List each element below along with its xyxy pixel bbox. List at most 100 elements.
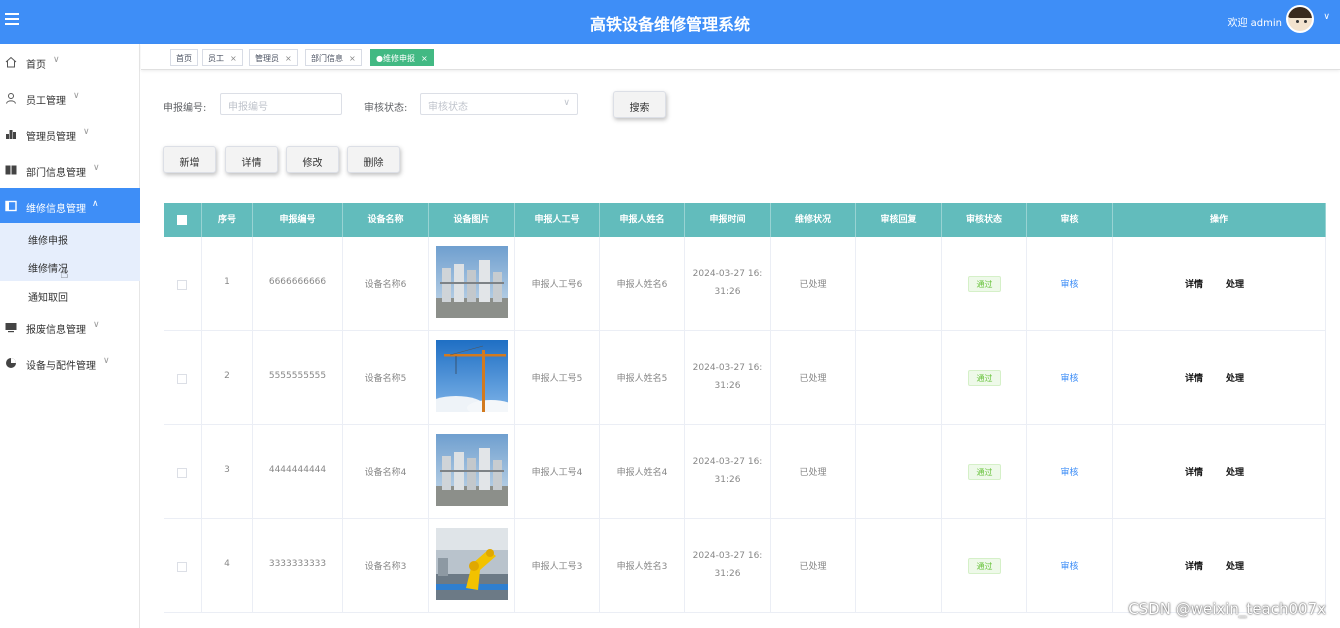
status-select[interactable]: 审核状态 ∨: [420, 93, 578, 115]
equipment-image-cell: [429, 237, 515, 331]
sidebar-item-label: 设备与配件管理: [26, 361, 96, 372]
select-all-checkbox[interactable]: [177, 215, 187, 225]
employee-name-value: 申报人姓名5: [616, 374, 668, 384]
column-header: 申报人姓名: [600, 203, 685, 237]
sidebar-item-equipment[interactable]: 设备与配件管理 ∨: [0, 345, 140, 381]
tab-employee[interactable]: 员工 ×: [202, 49, 243, 66]
employee-number-cell: 申报人工号5: [515, 331, 600, 425]
sidebar-item-repair[interactable]: 维修信息管理 ∧: [0, 188, 140, 224]
tab-strip: 首页 员工 × 管理员 × 部门信息 × ●维修申报 ×: [141, 44, 1340, 70]
index-cell: 4: [202, 519, 253, 613]
edit-button[interactable]: 修改: [286, 146, 339, 173]
sidebar-item-home[interactable]: 首页 ∨: [0, 44, 140, 80]
tab-admin[interactable]: 管理员 ×: [249, 49, 298, 66]
chevron-down-icon: ∨: [103, 356, 110, 366]
audit-link[interactable]: 审核: [1027, 277, 1112, 290]
equipment-image-industrial-plant[interactable]: [436, 434, 508, 506]
row-detail-button[interactable]: 详情: [1185, 277, 1203, 290]
tab-department[interactable]: 部门信息 ×: [305, 49, 362, 66]
equipment-image-tower-crane[interactable]: [436, 340, 508, 412]
header-select-cell: [164, 203, 202, 237]
audit-link[interactable]: 审核: [1027, 559, 1112, 572]
row-handle-button[interactable]: 处理: [1226, 559, 1244, 572]
avatar[interactable]: [1286, 5, 1314, 33]
repair-status-cell: 已处理: [771, 237, 856, 331]
row-handle-button[interactable]: 处理: [1226, 277, 1244, 290]
sidebar-item-employee[interactable]: 员工管理 ∨: [0, 80, 140, 116]
sidebar-item-scrap[interactable]: 报废信息管理 ∨: [0, 309, 140, 345]
employee-number-value: 申报人工号5: [531, 374, 583, 384]
code-value: 6666666666: [268, 277, 327, 287]
code-cell: 5555555555: [253, 331, 343, 425]
audit-link[interactable]: 审核: [1027, 371, 1112, 384]
table-row: 4 3333333333 设备名称3 申报人工号3 申报人姓名3 2024-03…: [164, 519, 1326, 613]
chevron-down-icon: ∨: [563, 98, 570, 108]
table-row: 1 6666666666 设备名称6 申报人工号6 申报人姓名6 2024-03…: [164, 237, 1326, 331]
repair-status-value: 已处理: [799, 374, 827, 384]
row-detail-button[interactable]: 详情: [1185, 559, 1203, 572]
search-button[interactable]: 搜索: [613, 91, 666, 118]
equipment-name-cell: 设备名称4: [343, 425, 429, 519]
detail-button[interactable]: 详情: [225, 146, 278, 173]
row-checkbox[interactable]: [177, 374, 187, 384]
submenu-item-pickup-notice[interactable]: 通知取回: [28, 289, 68, 304]
status-filter-label: 审核状态:: [364, 103, 408, 114]
app-title: 高铁设备维修管理系统: [589, 15, 750, 34]
book-icon: [5, 165, 17, 175]
sidebar-item-department[interactable]: 部门信息管理 ∨: [0, 152, 140, 188]
column-header: 审核: [1027, 203, 1113, 237]
row-checkbox[interactable]: [177, 280, 187, 290]
status-badge: 通过: [968, 558, 1001, 574]
chevron-down-icon: ∨: [73, 91, 80, 101]
row-handle-button[interactable]: 处理: [1226, 371, 1244, 384]
tab-label: 部门信息: [311, 54, 343, 63]
add-button[interactable]: 新增: [163, 146, 216, 173]
operation-cell: 详情 处理: [1113, 425, 1326, 519]
table-row: 3 4444444444 设备名称4 申报人工号4 申报人姓名4 2024-03…: [164, 425, 1326, 519]
close-icon[interactable]: ×: [349, 54, 356, 63]
home-icon: [5, 56, 17, 68]
employee-number-value: 申报人工号6: [531, 280, 583, 290]
audit-status-cell: 通过: [942, 425, 1027, 519]
employee-number-cell: 申报人工号4: [515, 425, 600, 519]
repair-status-value: 已处理: [799, 562, 827, 572]
tab-home[interactable]: 首页: [170, 49, 198, 66]
equipment-image-cell: [429, 519, 515, 613]
status-badge: 通过: [968, 370, 1001, 386]
chevron-down-icon: ∨: [93, 320, 100, 330]
employee-name-value: 申报人姓名3: [616, 562, 668, 572]
row-handle-button[interactable]: 处理: [1226, 465, 1244, 478]
audit-status-cell: 通过: [942, 237, 1027, 331]
close-icon[interactable]: ×: [285, 54, 292, 63]
equipment-name-value: 设备名称6: [364, 280, 407, 290]
equipment-image-robot-arm[interactable]: [436, 528, 508, 600]
equipment-image-industrial-plant[interactable]: [436, 246, 508, 318]
row-checkbox[interactable]: [177, 562, 187, 572]
chevron-down-icon[interactable]: ∨: [1323, 12, 1330, 22]
employee-number-cell: 申报人工号3: [515, 519, 600, 613]
sidebar-item-label: 员工管理: [26, 96, 66, 107]
report-clock-value: 31:26: [714, 381, 741, 391]
close-icon[interactable]: ×: [421, 54, 428, 63]
repair-status-cell: 已处理: [771, 425, 856, 519]
row-detail-button[interactable]: 详情: [1185, 371, 1203, 384]
row-checkbox[interactable]: [177, 468, 187, 478]
sidebar-item-admin[interactable]: 管理员管理 ∨: [0, 116, 140, 152]
audit-cell: 审核: [1027, 331, 1113, 425]
employee-name-cell: 申报人姓名6: [600, 237, 685, 331]
close-icon[interactable]: ×: [230, 54, 237, 63]
row-detail-button[interactable]: 详情: [1185, 465, 1203, 478]
sidebar-item-label: 首页: [26, 60, 46, 71]
submenu-item-repair-report[interactable]: 维修申报: [28, 232, 68, 247]
tab-repair-report[interactable]: ●维修申报 ×: [370, 49, 434, 66]
code-value: 5555555555: [268, 371, 327, 381]
employee-number-value: 申报人工号3: [531, 562, 583, 572]
repair-status-cell: 已处理: [771, 519, 856, 613]
audit-status-cell: 通过: [942, 519, 1027, 613]
delete-button[interactable]: 删除: [347, 146, 400, 173]
code-search-input[interactable]: 申报编号: [220, 93, 342, 115]
audit-link[interactable]: 审核: [1027, 465, 1112, 478]
repair-status-value: 已处理: [799, 468, 827, 478]
equipment-name-value: 设备名称4: [364, 468, 407, 478]
equipment-name-cell: 设备名称5: [343, 331, 429, 425]
